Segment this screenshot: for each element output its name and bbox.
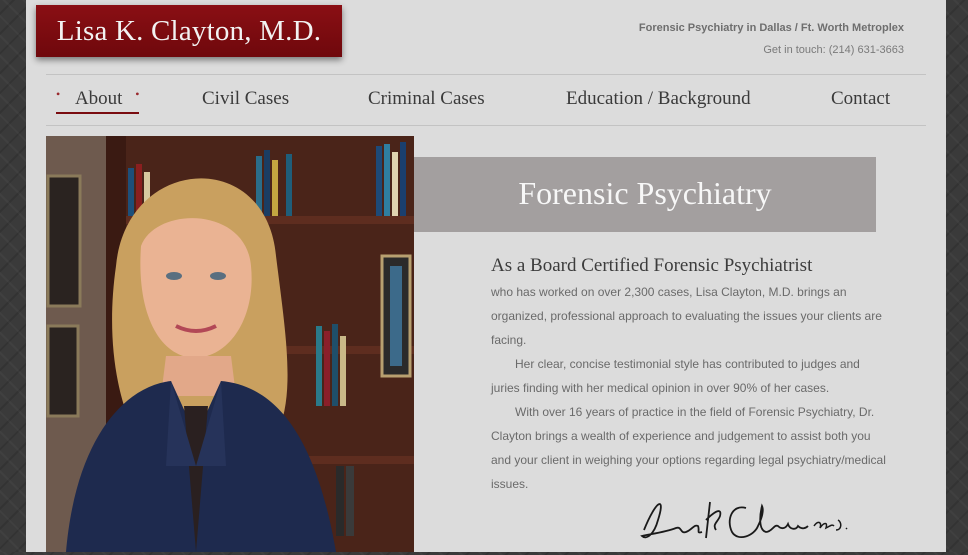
content-body: who has worked on over 2,300 cases, Lisa… <box>491 280 886 496</box>
active-marker-left: • <box>56 87 61 101</box>
doctor-portrait-photo <box>46 136 414 552</box>
header-tagline: Forensic Psychiatry in Dallas / Ft. Wort… <box>638 22 904 34</box>
nav-item-education-background[interactable]: Education / Background <box>566 88 751 110</box>
doctor-signature <box>636 490 851 550</box>
body-paragraph-1: who has worked on over 2,300 cases, Lisa… <box>491 285 882 347</box>
banner-title: Forensic Psychiatry <box>414 157 876 232</box>
page-container: Lisa K. Clayton, M.D. Forensic Psychiatr… <box>26 0 946 552</box>
nav-item-contact[interactable]: Contact <box>831 88 890 110</box>
nav-item-civil-cases[interactable]: Civil Cases <box>202 88 289 110</box>
nav-item-label: About <box>74 88 123 109</box>
banner-title-text: Forensic Psychiatry <box>518 175 772 211</box>
site-logo[interactable]: Lisa K. Clayton, M.D. <box>36 5 342 57</box>
nav-top-divider <box>46 74 926 75</box>
content-heading: As a Board Certified Forensic Psychiatri… <box>491 255 813 276</box>
header-contact: Get in touch: (214) 631-3663 <box>763 44 904 56</box>
body-paragraph-2: Her clear, concise testimonial style has… <box>491 357 860 395</box>
body-paragraph-3: With over 16 years of practice in the fi… <box>491 405 886 491</box>
nav-bottom-divider <box>46 125 926 126</box>
portrait-illustration <box>46 136 414 552</box>
nav-item-about[interactable]: • About • <box>56 87 140 114</box>
signature-graphic <box>640 501 848 539</box>
active-marker-right: • <box>135 87 140 101</box>
nav-item-criminal-cases[interactable]: Criminal Cases <box>368 88 485 110</box>
